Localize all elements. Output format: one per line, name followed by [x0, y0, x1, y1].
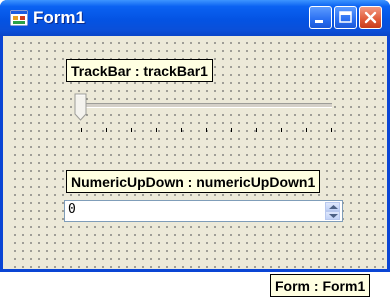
trackbar-tick — [331, 128, 332, 132]
trackbar-tick — [231, 128, 232, 132]
window-title: Form1 — [33, 8, 85, 27]
trackbar-tick — [156, 128, 157, 132]
form-designer-label: Form : Form1 — [270, 274, 371, 297]
trackbar-tick — [181, 128, 182, 132]
trackbar-tick — [206, 128, 207, 132]
trackbar-track — [80, 103, 332, 108]
trackbar-tick — [281, 128, 282, 132]
arrow-up-icon — [329, 205, 338, 209]
title-bar[interactable]: Form1 — [0, 0, 390, 36]
close-button[interactable] — [359, 6, 382, 29]
numeric-up-down[interactable]: 0 — [64, 200, 343, 222]
minimize-icon — [315, 20, 323, 23]
numeric-value[interactable]: 0 — [68, 202, 76, 217]
minimize-button[interactable] — [309, 6, 332, 29]
form-icon — [10, 10, 28, 26]
maximize-icon — [339, 11, 352, 23]
spin-up-button[interactable] — [325, 202, 340, 211]
trackbar-tick — [106, 128, 107, 132]
trackbar-tick — [131, 128, 132, 132]
trackbar-thumb[interactable] — [74, 93, 88, 121]
numeric-designer-label: NumericUpDown : numericUpDown1 — [66, 170, 321, 193]
spin-down-button[interactable] — [325, 211, 340, 220]
arrow-down-icon — [329, 214, 338, 218]
close-icon — [364, 11, 377, 24]
trackbar-designer-label: TrackBar : trackBar1 — [66, 59, 213, 82]
trackbar-tick — [256, 128, 257, 132]
form-window: Form1 — [0, 0, 390, 272]
maximize-button[interactable] — [334, 6, 357, 29]
trackbar-tick — [81, 128, 82, 132]
spin-buttons[interactable] — [325, 202, 340, 220]
trackbar-tick — [306, 128, 307, 132]
